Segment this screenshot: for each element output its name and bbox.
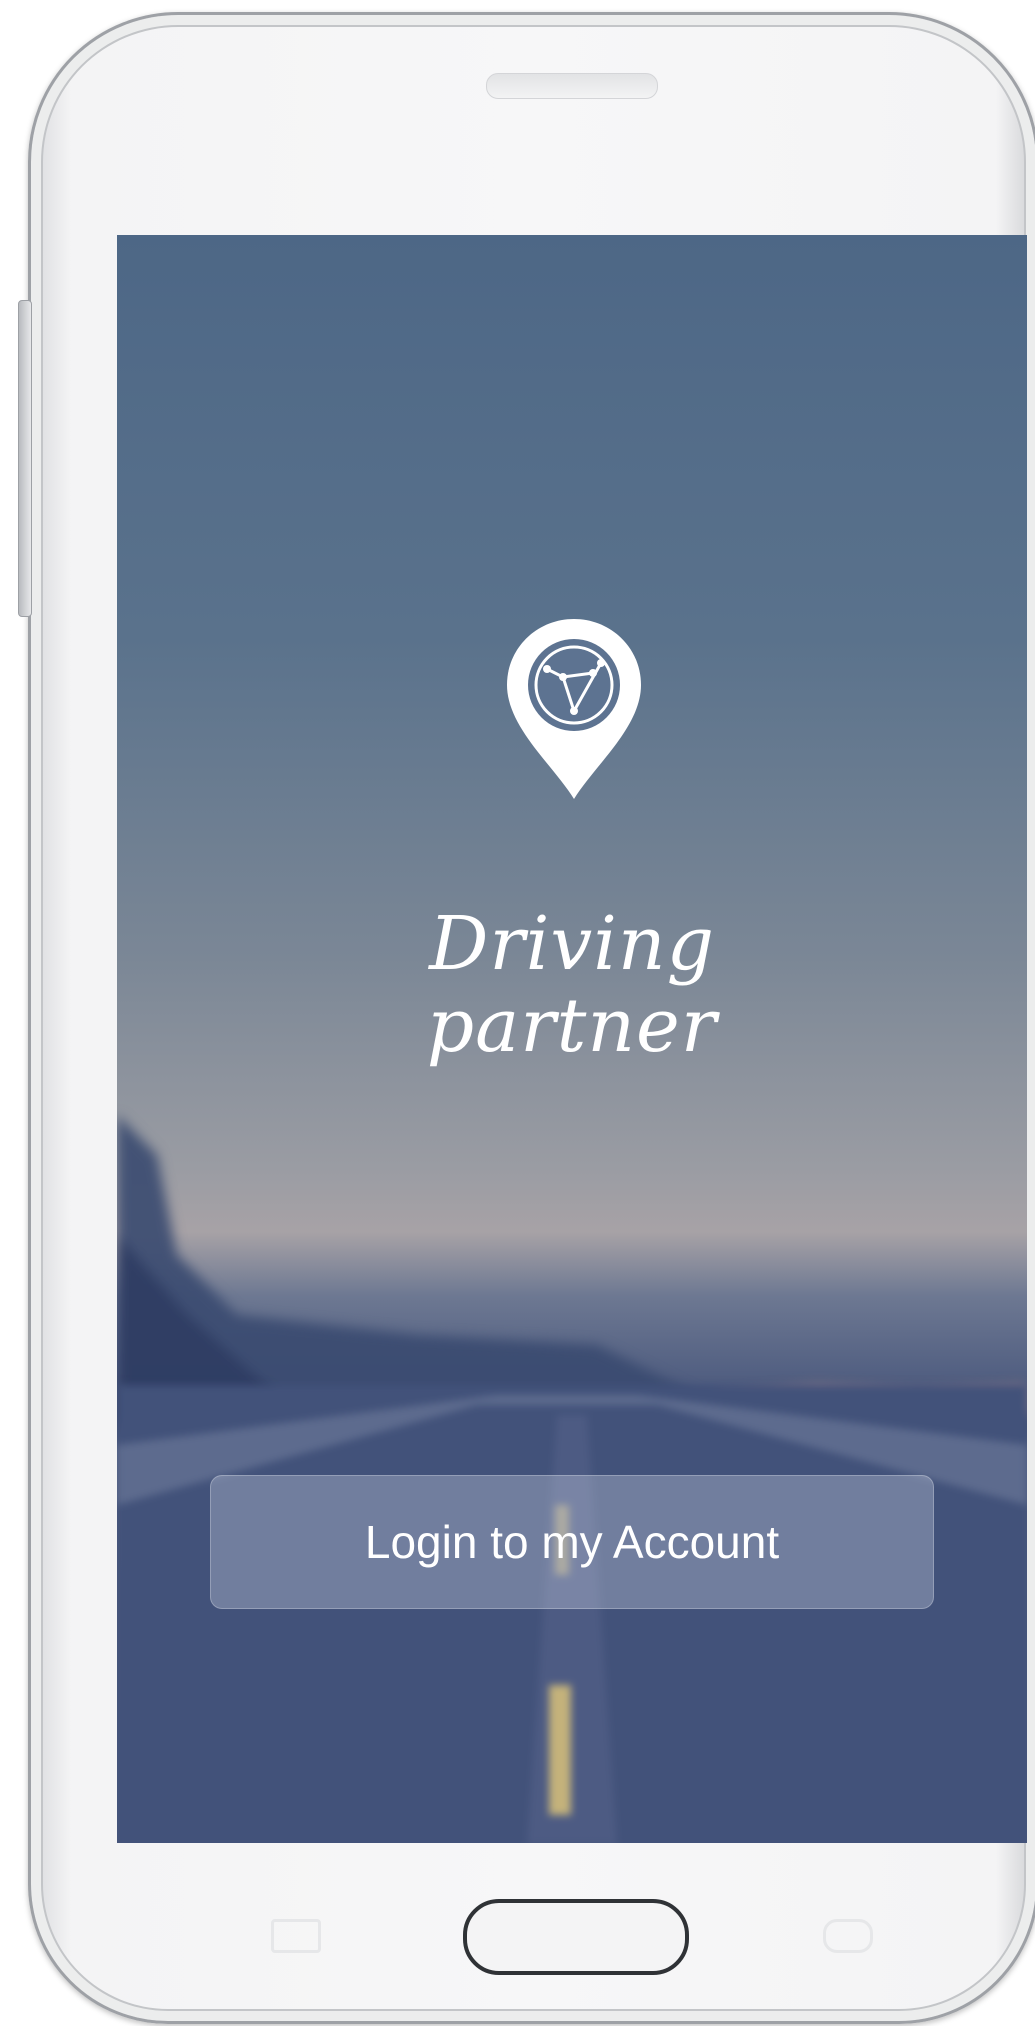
back-key-icon[interactable]	[823, 1919, 873, 1953]
app-title-line2: partner	[426, 983, 718, 1069]
phone-frame: Driving partner Login to my Account	[28, 12, 1035, 2024]
home-button[interactable]	[463, 1899, 689, 1975]
road-background	[117, 1385, 1027, 1843]
volume-side-button[interactable]	[18, 300, 32, 617]
map-pin-icon	[507, 619, 641, 799]
menu-key-icon[interactable]	[271, 1919, 321, 1953]
speaker-grille	[486, 73, 658, 99]
mountain-background	[117, 1115, 1027, 1435]
app-screen: Driving partner Login to my Account	[117, 235, 1027, 1843]
app-title: Driving partner	[117, 903, 1027, 1067]
app-title-line1: Driving	[429, 901, 715, 987]
login-button[interactable]: Login to my Account	[210, 1475, 934, 1609]
